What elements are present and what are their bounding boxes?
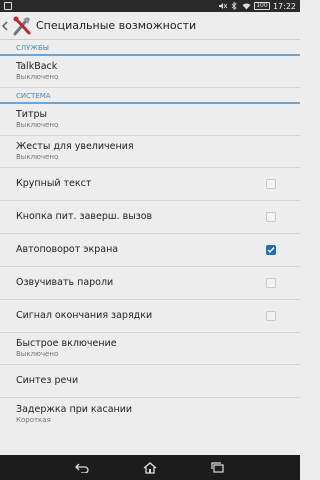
setting-power-button-ends-call[interactable]: Кнопка пит. заверш. вызов (0, 201, 300, 234)
setting-quick-launch[interactable]: Быстрое включение Выключено (0, 333, 300, 365)
setting-captions[interactable]: Титры Выключено (0, 104, 300, 136)
status-icons: 100 17:22 (218, 0, 296, 12)
nav-home-button[interactable] (140, 460, 160, 476)
setting-summary: Короткая (16, 415, 51, 424)
status-bar: 100 17:22 (0, 0, 300, 12)
page-title: Специальные возможности (36, 19, 197, 32)
setting-magnification-gestures[interactable]: Жесты для увеличения Выключено (0, 136, 300, 168)
back-arrow-icon (75, 463, 89, 473)
power-button-ends-call-checkbox[interactable] (266, 212, 276, 222)
status-time: 17:22 (272, 1, 296, 11)
setting-touch-delay[interactable]: Задержка при касании Короткая (0, 398, 300, 430)
setting-title: Сигнал окончания зарядки (16, 310, 153, 321)
settings-list: СЛУЖБЫ TalkBack Выключено СИСТЕМА Титры … (0, 40, 300, 455)
setting-summary: Выключено (16, 350, 59, 358)
setting-title: Быстрое включение (16, 338, 117, 349)
speak-passwords-checkbox[interactable] (266, 278, 276, 288)
section-header-system: СИСТЕМА (0, 88, 300, 104)
chevron-left-icon (2, 21, 8, 30)
home-icon (143, 461, 157, 474)
section-header-services: СЛУЖБЫ (0, 40, 300, 56)
setting-speak-passwords[interactable]: Озвучивать пароли (0, 267, 300, 300)
setting-large-text[interactable]: Крупный текст (0, 168, 300, 201)
setting-title: Озвучивать пароли (16, 277, 114, 288)
action-bar: Специальные возможности (0, 12, 300, 40)
recents-icon (211, 462, 224, 473)
setting-title: TalkBack (16, 61, 58, 72)
nav-recents-button[interactable] (208, 460, 228, 476)
notification-icon (4, 2, 12, 10)
setting-title: Задержка при касании (16, 403, 133, 415)
setting-auto-rotate[interactable]: Автоповорот экрана (0, 234, 300, 267)
setting-talkback[interactable]: TalkBack Выключено (0, 56, 300, 88)
navigation-bar (0, 455, 300, 480)
accessibility-tools-icon (13, 16, 31, 35)
back-button[interactable] (0, 12, 10, 40)
wifi-icon (242, 3, 251, 10)
nav-back-button[interactable] (72, 460, 92, 476)
setting-summary: Выключено (16, 73, 59, 81)
setting-title: Жесты для увеличения (16, 141, 134, 152)
setting-charging-sound[interactable]: Сигнал окончания зарядки (0, 300, 300, 333)
setting-title: Титры (16, 109, 48, 120)
setting-title: Кнопка пит. заверш. вызов (16, 211, 153, 222)
battery-icon: 100 (253, 2, 270, 10)
mute-icon (218, 3, 227, 9)
setting-title: Синтез речи (16, 375, 79, 386)
setting-text-to-speech[interactable]: Синтез речи (0, 365, 300, 398)
auto-rotate-checkbox[interactable] (266, 245, 276, 255)
setting-summary: Выключено (16, 153, 59, 161)
bluetooth-icon (231, 2, 237, 10)
setting-title: Крупный текст (16, 178, 92, 189)
notification-icons (4, 2, 12, 10)
setting-summary: Выключено (16, 121, 59, 129)
large-text-checkbox[interactable] (266, 179, 276, 189)
setting-title: Автоповорот экрана (16, 244, 119, 255)
checkmark-icon (267, 247, 275, 254)
charging-sound-checkbox[interactable] (266, 311, 276, 321)
